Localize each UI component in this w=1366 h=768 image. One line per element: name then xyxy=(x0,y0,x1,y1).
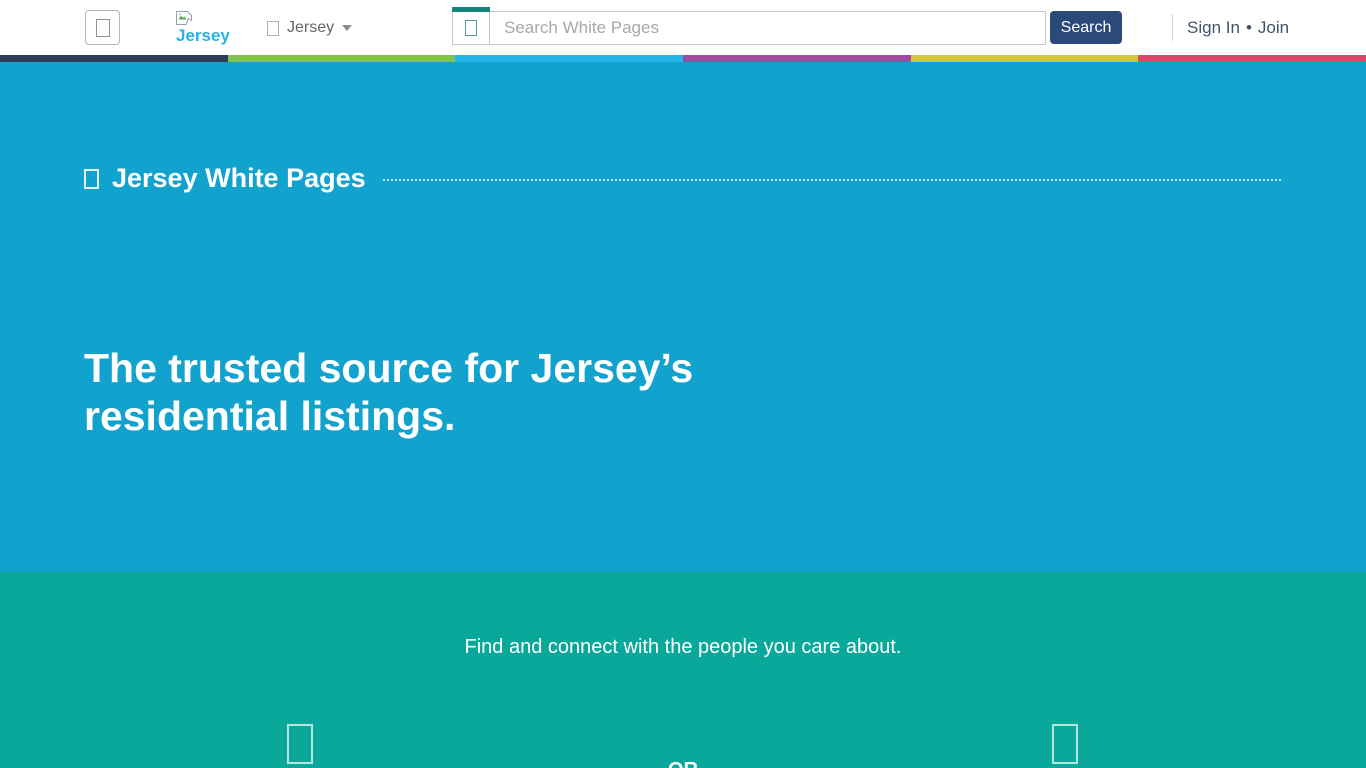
logo-broken-image-icon xyxy=(176,11,192,25)
or-label: OR xyxy=(0,759,1366,768)
white-pages-icon xyxy=(84,169,99,189)
stripe-segment xyxy=(1138,55,1366,62)
dotted-divider xyxy=(383,179,1281,181)
page-title-row: Jersey White Pages xyxy=(84,163,1281,194)
sign-in-link[interactable]: Sign In xyxy=(1187,18,1240,38)
connect-option-right-icon[interactable] xyxy=(1052,724,1078,764)
logo[interactable]: Jersey xyxy=(176,11,230,46)
stripe-segment xyxy=(455,55,683,62)
page-title: Jersey White Pages xyxy=(112,163,366,194)
search-category-active-tab xyxy=(452,7,490,12)
connect-option-left-icon[interactable] xyxy=(287,724,313,764)
menu-icon xyxy=(96,19,110,37)
location-label: Jersey xyxy=(287,19,334,37)
stripe-segment xyxy=(228,55,456,62)
headline-line2: residential listings. xyxy=(84,393,455,439)
person-search-icon xyxy=(465,20,477,36)
chevron-down-icon xyxy=(342,25,352,31)
stripe-segment xyxy=(0,55,228,62)
headline: The trusted source for Jersey’s resident… xyxy=(84,344,693,440)
logo-text: Jersey xyxy=(176,26,230,46)
tagline: Find and connect with the people you car… xyxy=(0,636,1366,659)
stripe-segment xyxy=(911,55,1139,62)
auth-separator: • xyxy=(1246,18,1252,38)
location-icon xyxy=(267,21,279,36)
join-link[interactable]: Join xyxy=(1258,18,1289,38)
location-dropdown[interactable]: Jersey xyxy=(267,18,352,38)
search-category-selector[interactable] xyxy=(453,12,490,44)
auth-links: Sign In • Join xyxy=(1187,0,1289,55)
search-bar xyxy=(452,11,1046,45)
search-button[interactable]: Search xyxy=(1050,11,1122,44)
headline-line1: The trusted source for Jersey’s xyxy=(84,345,693,391)
connect-section: Find and connect with the people you car… xyxy=(0,572,1366,768)
search-input[interactable] xyxy=(490,12,1045,44)
menu-button[interactable] xyxy=(85,10,120,45)
brand-stripe xyxy=(0,55,1366,62)
header-divider xyxy=(1172,14,1173,41)
top-header: Jersey Jersey Search Sign In • Join xyxy=(0,0,1366,55)
stripe-segment xyxy=(683,55,911,62)
hero-section: Jersey White Pages The trusted source fo… xyxy=(0,62,1366,572)
